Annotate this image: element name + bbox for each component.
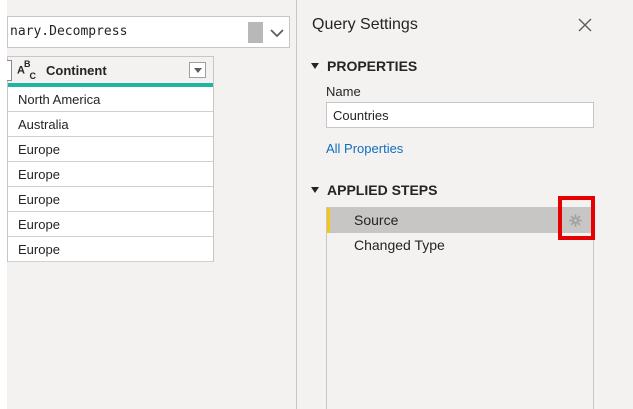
applied-steps-section-header[interactable]: APPLIED STEPS (311, 182, 437, 198)
table-cell[interactable]: Europe (8, 212, 213, 237)
step-changed-type[interactable]: Changed Type (327, 233, 593, 258)
data-preview-pane: nary.Decompress ABC Continent North Amer… (7, 0, 296, 409)
collapse-triangle-icon[interactable] (311, 187, 319, 193)
applied-steps-header-label: APPLIED STEPS (327, 182, 438, 198)
column-title: Continent (46, 63, 107, 78)
all-properties-link[interactable]: All Properties (326, 141, 403, 156)
step-source[interactable]: Source (327, 208, 593, 233)
step-label: Changed Type (354, 237, 445, 253)
table-cell[interactable]: Europe (8, 162, 213, 187)
chevron-down-icon[interactable] (267, 22, 287, 43)
query-settings-pane: Query Settings PROPERTIES Name All Prope… (297, 0, 633, 409)
collapse-triangle-icon[interactable] (311, 63, 319, 69)
applied-steps-list: Source Changed Type (326, 207, 594, 409)
filter-dropdown-icon[interactable] (189, 62, 206, 78)
step-label: Source (354, 212, 399, 228)
formula-scrollbar[interactable] (248, 22, 263, 43)
close-icon[interactable] (575, 15, 595, 35)
formula-bar[interactable]: nary.Decompress (7, 16, 290, 48)
table-cell[interactable]: North America (8, 87, 213, 112)
table-cell[interactable]: Australia (8, 112, 213, 137)
formula-text[interactable]: nary.Decompress (10, 24, 127, 39)
highlight-annotation-box (558, 196, 595, 240)
column-header-continent[interactable]: ABC Continent (7, 56, 213, 83)
pane-title: Query Settings (312, 16, 418, 33)
data-grid: ABC Continent North America Australia Eu… (7, 56, 214, 262)
name-label: Name (326, 84, 361, 99)
query-name-input[interactable] (326, 102, 594, 128)
table-cell[interactable]: Europe (8, 187, 213, 212)
table-cell[interactable]: Europe (8, 137, 213, 162)
previous-column-stub (7, 60, 12, 81)
text-type-icon[interactable]: ABC (17, 59, 36, 81)
properties-section-header[interactable]: PROPERTIES (311, 58, 417, 74)
properties-header-label: PROPERTIES (327, 58, 418, 74)
table-cell[interactable]: Europe (8, 237, 213, 262)
